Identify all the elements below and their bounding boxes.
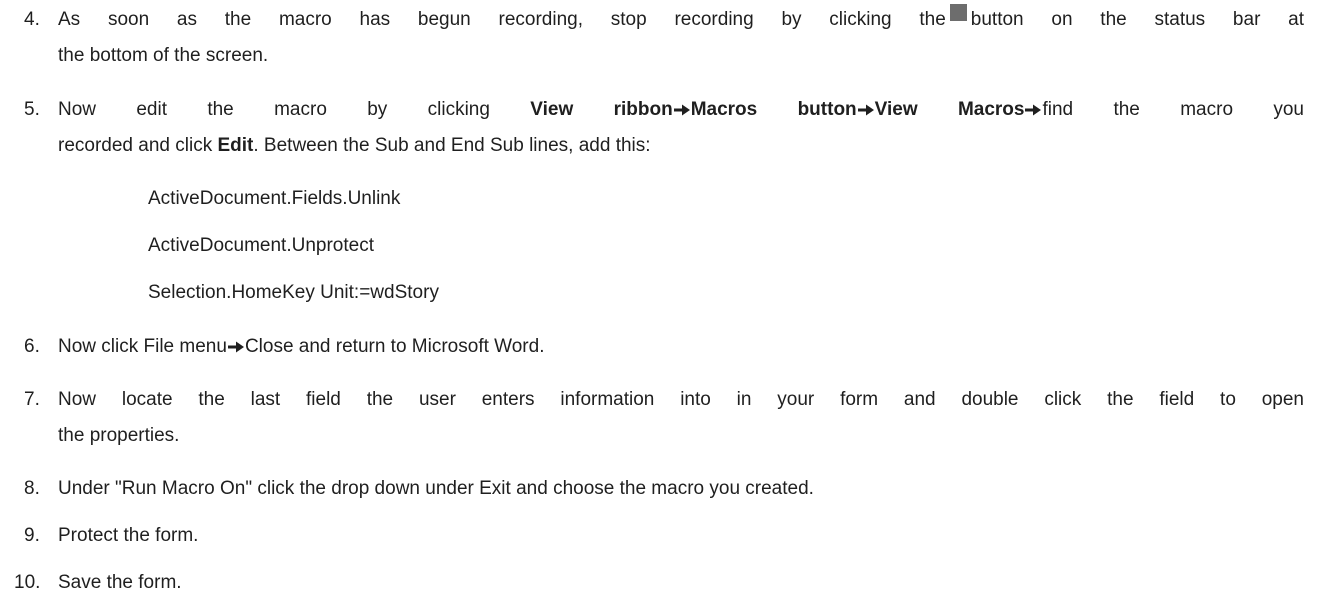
bold-edit-label: Edit: [217, 135, 254, 156]
code-line: ActiveDocument.Unprotect: [148, 235, 374, 256]
step-7-line-2: the properties.: [58, 425, 180, 446]
step-text: As soon as the macro has begun recording…: [58, 9, 946, 30]
step-number: 7.: [24, 389, 40, 410]
step-6-line: Now click File menu Close and return to M…: [58, 331, 544, 363]
right-arrow-icon: [227, 341, 244, 353]
document-page: 4. As soon as the macro has begun record…: [0, 0, 1324, 607]
step-number: 9.: [24, 525, 40, 546]
step-number: 6.: [24, 336, 40, 357]
step-text: find the macro you: [1042, 99, 1304, 120]
step-7-line-1: Now locate the last field the user enter…: [58, 389, 1304, 410]
step-8-line: Under "Run Macro On" click the drop down…: [58, 478, 814, 499]
step-5-line-2: recorded and click Edit. Between the Sub…: [58, 130, 651, 162]
step-4-line-1: As soon as the macro has begun recording…: [58, 4, 1304, 36]
step-text: Close and return to Microsoft Word.: [244, 336, 545, 357]
bold-button-label: Macros button: [690, 99, 857, 120]
right-arrow-icon: [1025, 104, 1042, 116]
step-5-line-1: Now edit the macro by clicking View ribb…: [58, 94, 1304, 126]
right-arrow-icon: [673, 104, 690, 116]
right-arrow-icon: [857, 104, 874, 116]
bold-ribbon-label: View ribbon: [530, 99, 673, 120]
step-text: Now click File menu: [58, 336, 227, 357]
code-line: Selection.HomeKey Unit:=wdStory: [148, 282, 439, 303]
step-text: button on the status bar at: [970, 9, 1305, 30]
stop-square-icon: [949, 4, 967, 21]
step-number: 4.: [24, 9, 40, 30]
step-text: Now edit the macro by clicking: [58, 99, 490, 120]
step-number: 5.: [24, 99, 40, 120]
step-text: recorded and click: [58, 135, 213, 156]
step-10-line: Save the form.: [58, 572, 182, 593]
step-text: . Between the Sub and End Sub lines, add…: [253, 135, 651, 156]
step-number: 10.: [14, 572, 41, 593]
code-line: ActiveDocument.Fields.Unlink: [148, 188, 401, 209]
step-9-line: Protect the form.: [58, 525, 199, 546]
bold-menu-label: View Macros: [874, 99, 1025, 120]
step-4-line-2: the bottom of the screen.: [58, 45, 269, 66]
step-number: 8.: [24, 478, 40, 499]
